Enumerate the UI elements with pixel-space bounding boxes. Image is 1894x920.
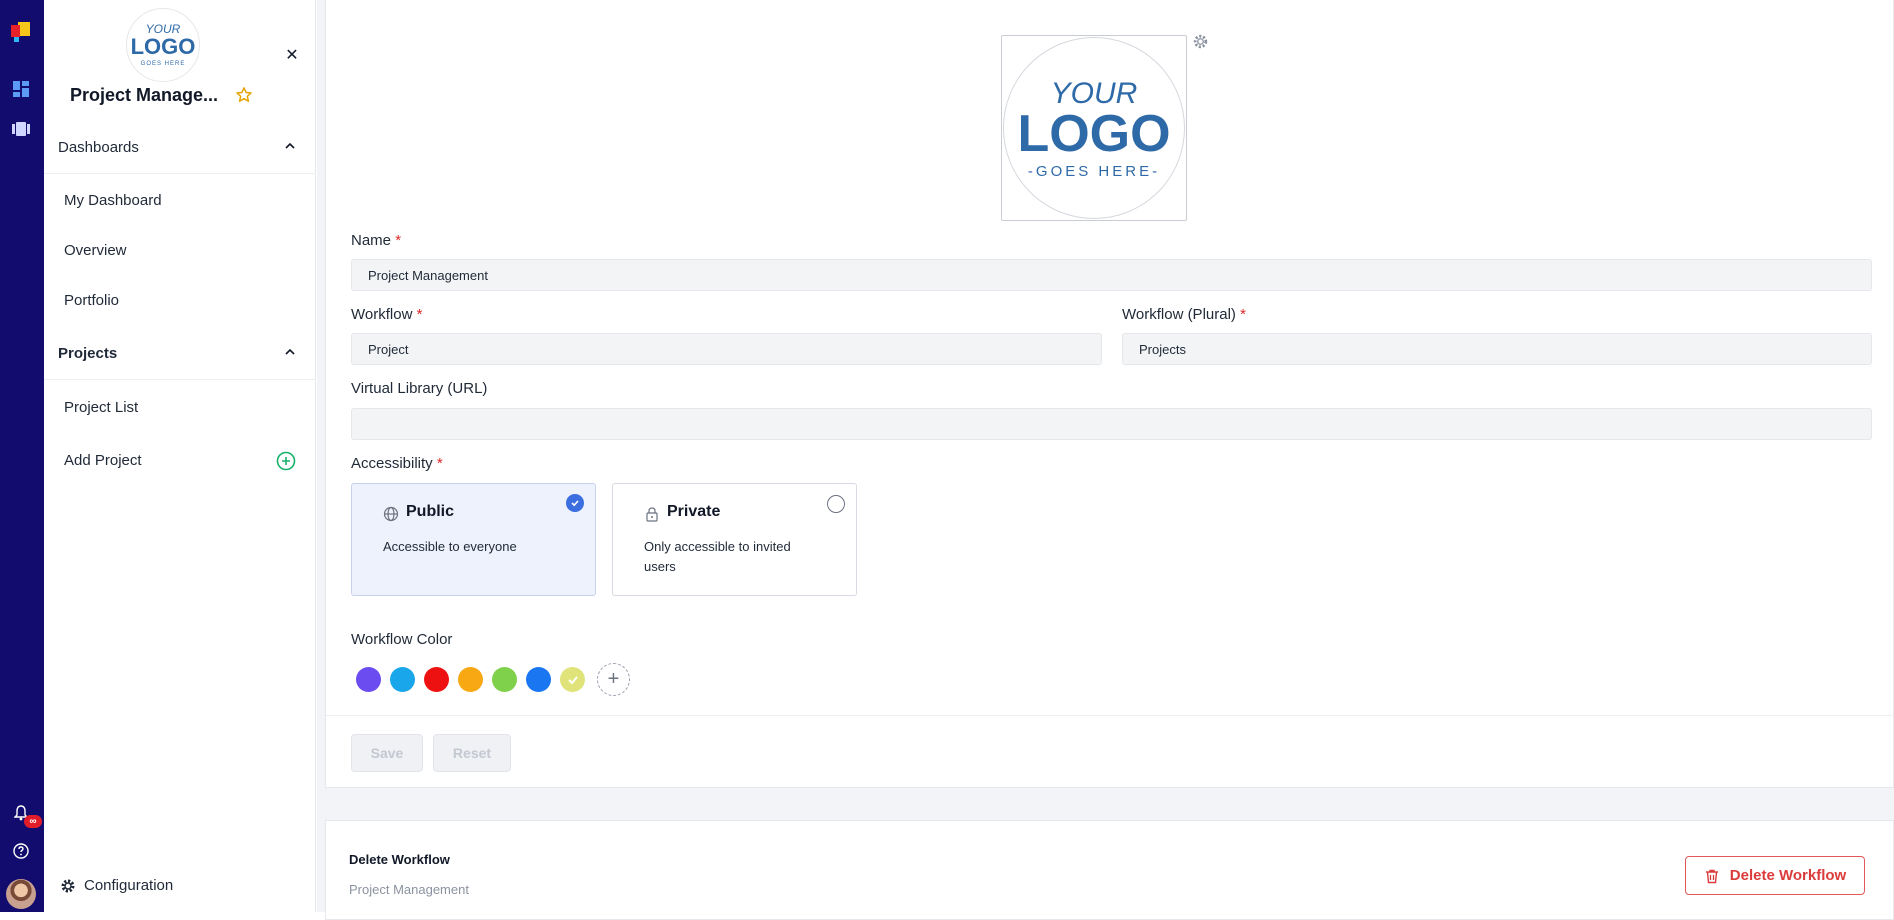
sidebar-item-overview[interactable]: Overview (64, 242, 127, 259)
delete-workflow-card (325, 820, 1894, 920)
star-icon[interactable] (235, 86, 253, 104)
accessibility-public-option[interactable]: Public Accessible to everyone (351, 483, 596, 596)
main-content: YOUR LOGO -GOES HERE- Name * Project Man… (317, 0, 1894, 920)
workflow-label-text: Workflow (351, 306, 413, 323)
check-icon (567, 675, 578, 684)
required-mark: * (416, 306, 423, 323)
logo-line2: LOGO (1019, 105, 1169, 163)
color-swatch-orange[interactable] (458, 667, 483, 692)
logo-settings-gear-icon[interactable] (1192, 33, 1209, 50)
color-swatches: + (356, 663, 630, 696)
check-icon (566, 494, 584, 512)
add-project-icon[interactable] (276, 451, 296, 471)
required-mark: * (395, 232, 402, 249)
workflow-plural-label: Workflow (Plural) * (1122, 306, 1246, 323)
lock-icon (646, 507, 658, 522)
radio-unselected (827, 495, 845, 513)
workflow-input[interactable]: Project (351, 333, 1102, 365)
dashboard-icon[interactable] (11, 79, 31, 99)
delete-section-title: Delete Workflow (349, 852, 450, 867)
delete-workflow-button[interactable]: Delete Workflow (1685, 856, 1865, 895)
public-title: Public (406, 503, 455, 520)
add-color-button[interactable]: + (597, 663, 630, 696)
workflow-plural-value: Projects (1139, 341, 1186, 357)
required-mark: * (436, 455, 443, 472)
public-description: Accessible to everyone (383, 539, 517, 554)
color-swatch-red[interactable] (424, 667, 449, 692)
divider (326, 715, 1894, 716)
sidebar-section-projects[interactable]: Projects (44, 328, 316, 380)
logo-upload[interactable]: YOUR LOGO -GOES HERE- (1001, 35, 1187, 221)
sidebar-item-my-dashboard[interactable]: My Dashboard (64, 192, 162, 209)
notification-badge: ∞ (24, 815, 42, 828)
required-mark: * (1240, 306, 1246, 323)
logo-line3: GOES HERE (141, 61, 186, 67)
close-sidebar-icon[interactable]: ✕ (284, 48, 300, 64)
logo-line2: LOGO (131, 34, 196, 59)
logo-line3: -GOES HERE- (1028, 163, 1160, 180)
name-label: Name * (351, 232, 401, 249)
workflow-label: Workflow * (351, 306, 422, 323)
sidebar-item-add-project[interactable]: Add Project (64, 452, 142, 469)
sidebar-item-project-list[interactable]: Project List (64, 399, 138, 416)
private-description: Only accessible to invited users (644, 539, 791, 574)
sidebar-item-portfolio[interactable]: Portfolio (64, 292, 119, 309)
reset-button[interactable]: Reset (433, 734, 511, 772)
workflow-color-label: Workflow Color (351, 631, 453, 648)
chevron-up-icon (285, 348, 295, 355)
virtual-library-label: Virtual Library (URL) (351, 380, 488, 397)
app-rail: ∞ (0, 0, 44, 912)
chevron-up-icon (285, 142, 295, 149)
color-swatch-green[interactable] (492, 667, 517, 692)
name-value: Project Management (368, 267, 488, 283)
projects-icon[interactable] (11, 119, 31, 139)
color-swatch-cyan[interactable] (390, 667, 415, 692)
workflow-settings-card: YOUR LOGO -GOES HERE- Name * Project Man… (325, 0, 1894, 788)
configuration-link[interactable]: Configuration (60, 877, 173, 894)
trash-icon (1705, 869, 1718, 883)
section-label: Dashboards (58, 139, 139, 156)
app-logo[interactable] (11, 22, 31, 42)
accessibility-label: Accessibility * (351, 455, 443, 472)
color-swatch-purple[interactable] (356, 667, 381, 692)
user-avatar[interactable] (6, 879, 36, 909)
color-swatch-lime-selected[interactable] (560, 667, 585, 692)
delete-section-subtitle: Project Management (349, 882, 469, 897)
name-label-text: Name (351, 232, 392, 249)
logo-preview: YOUR LOGO -GOES HERE- (1003, 37, 1185, 219)
delete-button-label: Delete Workflow (1729, 867, 1847, 884)
color-swatch-blue[interactable] (526, 667, 551, 692)
workflow-plural-label-text: Workflow (Plural) (1122, 306, 1236, 323)
workspace-logo: YOUR LOGO GOES HERE (126, 8, 200, 82)
sidebar: YOUR LOGO GOES HERE ✕ Project Manage... … (44, 0, 316, 912)
gear-icon (61, 879, 75, 892)
help-icon[interactable] (11, 841, 31, 861)
accessibility-label-text: Accessibility (351, 455, 433, 472)
workflow-plural-input[interactable]: Projects (1122, 333, 1872, 365)
globe-icon (383, 506, 399, 522)
workspace-title: Project Manage... (70, 85, 219, 105)
save-button[interactable]: Save (351, 734, 423, 772)
configuration-label: Configuration (84, 877, 174, 894)
virtual-library-input[interactable] (351, 408, 1872, 440)
sidebar-section-dashboards[interactable]: Dashboards (44, 122, 316, 174)
section-label: Projects (58, 345, 118, 362)
accessibility-private-option[interactable]: Private Only accessible to invited users (612, 483, 857, 596)
private-title: Private (667, 503, 721, 520)
workflow-value: Project (368, 341, 409, 357)
name-input[interactable]: Project Management (351, 259, 1872, 291)
